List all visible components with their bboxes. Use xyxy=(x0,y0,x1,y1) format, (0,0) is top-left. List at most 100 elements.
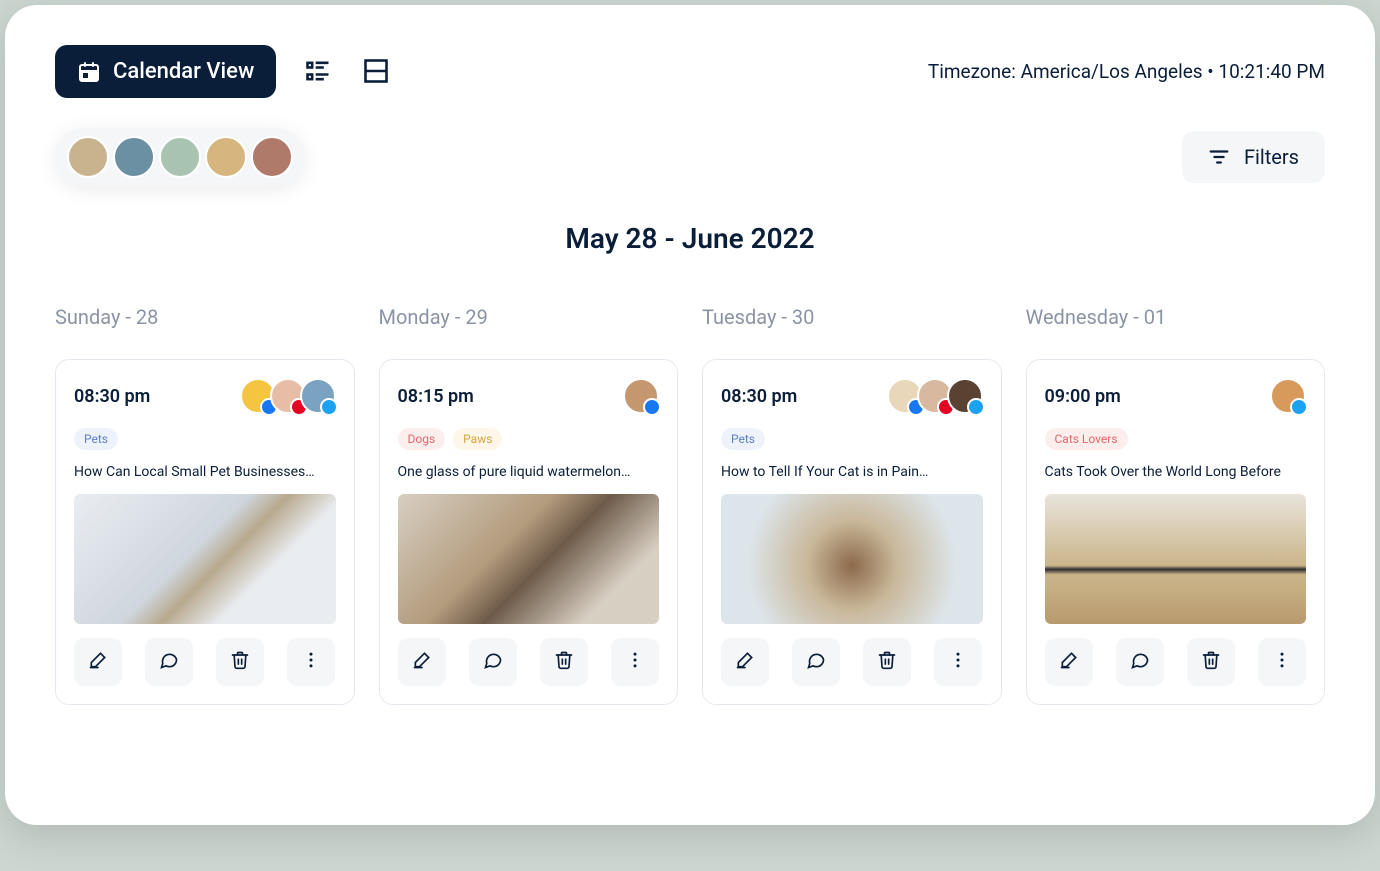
assignee-avatar[interactable] xyxy=(623,378,659,414)
team-avatar[interactable] xyxy=(113,136,155,178)
day-label: Sunday - 28 xyxy=(55,305,355,329)
team-avatar[interactable] xyxy=(251,136,293,178)
calendar-view-button[interactable]: Calendar View xyxy=(55,45,276,98)
more-vertical-icon xyxy=(948,650,968,674)
assignee-badges xyxy=(629,378,659,414)
edit-button[interactable] xyxy=(398,638,446,686)
comment-button[interactable] xyxy=(1116,638,1164,686)
team-avatar-group[interactable] xyxy=(55,128,305,186)
tag-row: Pets xyxy=(721,428,983,450)
pencil-icon xyxy=(1059,650,1079,674)
tag[interactable]: Cats Lovers xyxy=(1045,428,1128,450)
split-view-button[interactable] xyxy=(362,57,392,87)
topbar: Calendar View Timezone: America/Los Ange… xyxy=(55,45,1325,98)
pencil-icon xyxy=(412,650,432,674)
chat-icon xyxy=(806,650,826,674)
calendar-columns: Sunday - 28 08:30 pm Pets How Can Local Sma… xyxy=(55,305,1325,705)
date-range: May 28 - June 2022 xyxy=(55,222,1325,255)
comment-button[interactable] xyxy=(792,638,840,686)
assignee-badges xyxy=(893,378,983,414)
trash-icon xyxy=(230,650,250,674)
post-title: How Can Local Small Pet Businesses… xyxy=(74,464,336,480)
tag[interactable]: Pets xyxy=(74,428,118,450)
facebook-icon xyxy=(643,398,661,416)
chat-icon xyxy=(159,650,179,674)
edit-button[interactable] xyxy=(74,638,122,686)
post-thumbnail[interactable] xyxy=(721,494,983,624)
post-title: Cats Took Over the World Long Before xyxy=(1045,464,1307,480)
day-column: Monday - 29 08:15 pm Dogs Paws One glass of … xyxy=(379,305,679,705)
post-card[interactable]: 08:30 pm Pets How to Tell If Your Cat is i… xyxy=(702,359,1002,705)
comment-button[interactable] xyxy=(469,638,517,686)
list-view-button[interactable] xyxy=(304,57,334,87)
timezone-info: Timezone: America/Los Angeles • 10:21:40… xyxy=(928,60,1325,83)
card-header: 08:30 pm xyxy=(74,378,336,414)
pencil-icon xyxy=(88,650,108,674)
delete-button[interactable] xyxy=(216,638,264,686)
post-card[interactable]: 08:30 pm Pets How Can Local Small Pet Busi… xyxy=(55,359,355,705)
tag[interactable]: Paws xyxy=(453,428,502,450)
edit-button[interactable] xyxy=(1045,638,1093,686)
filters-label: Filters xyxy=(1244,145,1299,169)
day-label: Wednesday - 01 xyxy=(1026,305,1326,329)
post-title: How to Tell If Your Cat is in Pain… xyxy=(721,464,983,480)
assignee-avatar[interactable] xyxy=(947,378,983,414)
subheader: Filters xyxy=(55,128,1325,186)
twitter-icon xyxy=(320,398,338,416)
post-card[interactable]: 08:15 pm Dogs Paws One glass of pure liquid… xyxy=(379,359,679,705)
twitter-icon xyxy=(1290,398,1308,416)
trash-icon xyxy=(554,650,574,674)
team-avatar[interactable] xyxy=(159,136,201,178)
day-column: Sunday - 28 08:30 pm Pets How Can Local Sma… xyxy=(55,305,355,705)
assignee-badges xyxy=(246,378,336,414)
assignee-avatar[interactable] xyxy=(1270,378,1306,414)
assignee-badges xyxy=(1276,378,1306,414)
card-actions xyxy=(721,638,983,686)
team-avatar[interactable] xyxy=(67,136,109,178)
assignee-avatar[interactable] xyxy=(300,378,336,414)
card-header: 08:30 pm xyxy=(721,378,983,414)
pencil-icon xyxy=(735,650,755,674)
card-actions xyxy=(1045,638,1307,686)
app-window: Calendar View Timezone: America/Los Ange… xyxy=(5,5,1375,825)
card-actions xyxy=(398,638,660,686)
more-vertical-icon xyxy=(625,650,645,674)
filter-icon xyxy=(1208,146,1230,168)
day-label: Monday - 29 xyxy=(379,305,679,329)
comment-button[interactable] xyxy=(145,638,193,686)
post-title: One glass of pure liquid watermelon… xyxy=(398,464,660,480)
delete-button[interactable] xyxy=(540,638,588,686)
day-column: Wednesday - 01 09:00 pm Cats Lovers Cats To… xyxy=(1026,305,1326,705)
post-time: 08:30 pm xyxy=(74,386,150,407)
tag[interactable]: Dogs xyxy=(398,428,446,450)
tag[interactable]: Pets xyxy=(721,428,765,450)
delete-button[interactable] xyxy=(863,638,911,686)
day-label: Tuesday - 30 xyxy=(702,305,1002,329)
post-time: 09:00 pm xyxy=(1045,386,1121,407)
card-header: 08:15 pm xyxy=(398,378,660,414)
edit-button[interactable] xyxy=(721,638,769,686)
more-button[interactable] xyxy=(287,638,335,686)
post-card[interactable]: 09:00 pm Cats Lovers Cats Took Over the Wo… xyxy=(1026,359,1326,705)
day-column: Tuesday - 30 08:30 pm Pets How to Tell If Y… xyxy=(702,305,1002,705)
post-thumbnail[interactable] xyxy=(398,494,660,624)
more-button[interactable] xyxy=(934,638,982,686)
trash-icon xyxy=(1201,650,1221,674)
more-vertical-icon xyxy=(301,650,321,674)
twitter-icon xyxy=(967,398,985,416)
tag-row: Cats Lovers xyxy=(1045,428,1307,450)
tag-row: Pets xyxy=(74,428,336,450)
calendar-view-label: Calendar View xyxy=(113,59,254,84)
chat-icon xyxy=(483,650,503,674)
post-thumbnail[interactable] xyxy=(74,494,336,624)
more-button[interactable] xyxy=(1258,638,1306,686)
post-thumbnail[interactable] xyxy=(1045,494,1307,624)
view-switcher: Calendar View xyxy=(55,45,392,98)
team-avatar[interactable] xyxy=(205,136,247,178)
more-button[interactable] xyxy=(611,638,659,686)
filters-button[interactable]: Filters xyxy=(1182,131,1325,183)
card-actions xyxy=(74,638,336,686)
trash-icon xyxy=(877,650,897,674)
delete-button[interactable] xyxy=(1187,638,1235,686)
post-time: 08:30 pm xyxy=(721,386,797,407)
